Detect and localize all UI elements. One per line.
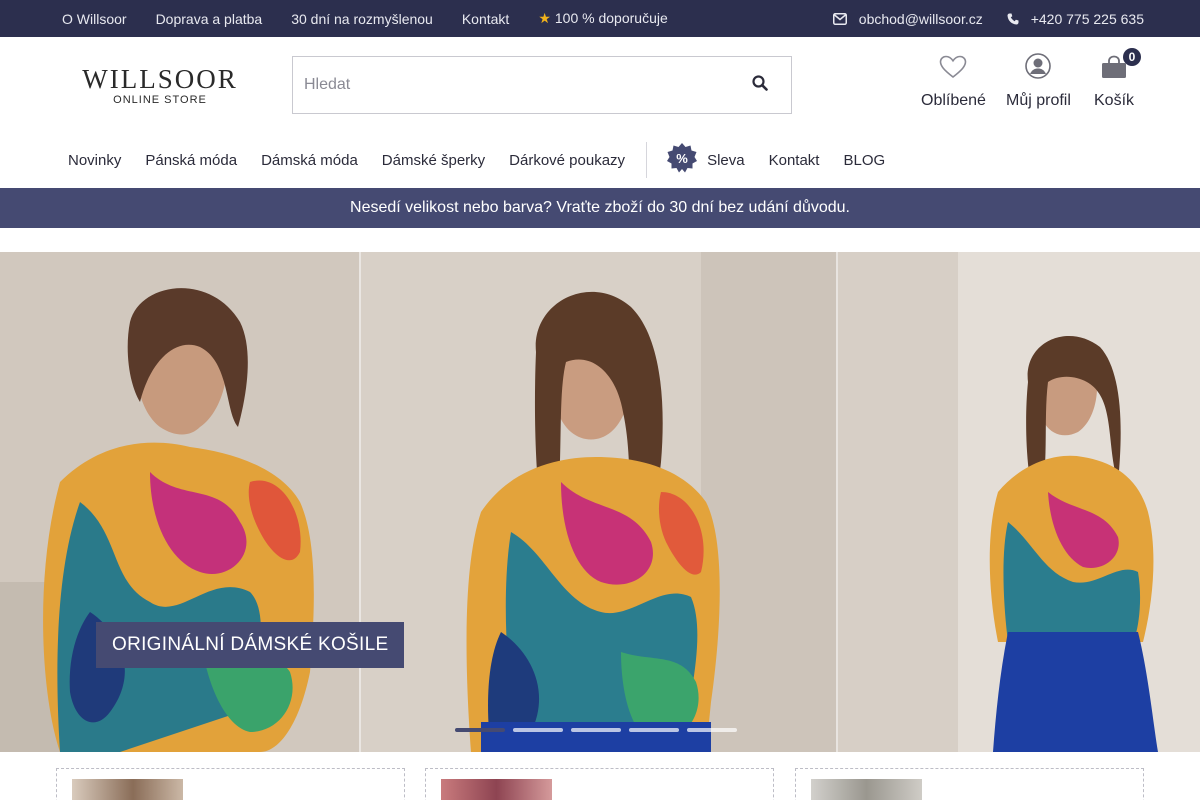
search-box bbox=[292, 56, 792, 114]
top-link-returns[interactable]: 30 dní na rozmyšlenou bbox=[291, 11, 433, 27]
profile-label: Můj profil bbox=[1006, 92, 1071, 109]
nav-item-mens[interactable]: Pánská móda bbox=[145, 152, 237, 169]
phone-link[interactable]: +420 775 225 635 bbox=[1007, 11, 1144, 27]
recommend-link[interactable]: ★ 100 % doporučuje bbox=[538, 10, 667, 27]
category-card-image bbox=[72, 779, 183, 800]
returns-banner: Nesedí velikost nebo barva? Vraťte zboží… bbox=[0, 188, 1200, 228]
search-input[interactable] bbox=[293, 57, 723, 113]
store-logo[interactable]: WILLSOOR ONLINE STORE bbox=[57, 64, 263, 107]
email-text: obchod@willsoor.cz bbox=[858, 10, 983, 27]
category-card-image bbox=[441, 779, 552, 800]
cart-count-badge: 0 bbox=[1123, 48, 1141, 66]
nav-item-jewelry[interactable]: Dámské šperky bbox=[382, 152, 485, 169]
hero-photo-left bbox=[0, 252, 361, 752]
heart-icon bbox=[939, 55, 967, 84]
top-link-shipping[interactable]: Doprava a platba bbox=[156, 11, 263, 27]
star-icon: ★ bbox=[538, 10, 551, 26]
slider-dot[interactable] bbox=[687, 728, 737, 732]
slider-dot[interactable] bbox=[629, 728, 679, 732]
category-card-image bbox=[811, 779, 922, 800]
category-card[interactable] bbox=[425, 768, 774, 800]
category-card[interactable] bbox=[795, 768, 1144, 800]
slider-dot[interactable] bbox=[513, 728, 563, 732]
top-link-contact[interactable]: Kontakt bbox=[462, 11, 509, 27]
logo-wordmark: WILLSOOR bbox=[82, 64, 238, 94]
svg-text:%: % bbox=[676, 151, 688, 166]
top-bar-links: O Willsoor Doprava a platba 30 dní na ro… bbox=[62, 0, 668, 37]
top-bar-contact: obchod@willsoor.cz +420 775 225 635 bbox=[832, 0, 1144, 37]
nav-item-gift-vouchers[interactable]: Dárkové poukazy bbox=[509, 152, 625, 169]
hero-caption-text: ORIGINÁLNÍ DÁMSKÉ KOŠILE bbox=[112, 634, 389, 655]
nav-item-novinky[interactable]: Novinky bbox=[68, 152, 121, 169]
main-nav: Novinky Pánská móda Dámská móda Dámské š… bbox=[68, 142, 909, 178]
cart-label: Košík bbox=[1094, 92, 1135, 109]
favorites-label: Oblíbené bbox=[921, 92, 986, 109]
slider-dot[interactable] bbox=[455, 728, 505, 732]
favorites-button[interactable]: Oblíbené bbox=[921, 55, 986, 110]
nav-item-sale[interactable]: % Sleva bbox=[667, 143, 745, 177]
hero-photo-right bbox=[838, 252, 1200, 752]
slider-dot[interactable] bbox=[571, 728, 621, 732]
search-button[interactable] bbox=[749, 74, 771, 96]
logo-subtitle: ONLINE STORE bbox=[113, 94, 207, 106]
phone-text: +420 775 225 635 bbox=[1030, 10, 1144, 27]
sale-label: Sleva bbox=[707, 151, 745, 169]
discount-badge-icon: % bbox=[667, 143, 698, 177]
cart-button[interactable]: 0 Košík bbox=[1094, 48, 1141, 110]
top-link-about[interactable]: O Willsoor bbox=[62, 11, 127, 27]
top-bar: O Willsoor Doprava a platba 30 dní na ro… bbox=[0, 0, 1200, 37]
search-icon bbox=[752, 74, 768, 96]
profile-button[interactable]: Můj profil bbox=[1006, 53, 1071, 110]
category-card[interactable] bbox=[56, 768, 405, 800]
envelope-icon bbox=[832, 12, 847, 25]
user-circle-icon bbox=[1025, 53, 1052, 84]
recommend-label: 100 % doporučuje bbox=[554, 10, 668, 26]
nav-item-contact[interactable]: Kontakt bbox=[769, 152, 820, 169]
returns-banner-text: Nesedí velikost nebo barva? Vraťte zboží… bbox=[350, 199, 850, 216]
hero-slider[interactable]: ORIGINÁLNÍ DÁMSKÉ KOŠILE bbox=[0, 252, 1200, 752]
hero-caption-button[interactable]: ORIGINÁLNÍ DÁMSKÉ KOŠILE bbox=[96, 622, 405, 668]
phone-icon bbox=[1007, 13, 1019, 25]
nav-item-womens[interactable]: Dámská móda bbox=[261, 152, 358, 169]
email-link[interactable]: obchod@willsoor.cz bbox=[832, 10, 983, 27]
hero-photo-center bbox=[361, 252, 838, 752]
slider-dots bbox=[455, 728, 737, 732]
nav-item-blog[interactable]: BLOG bbox=[843, 152, 885, 169]
nav-divider bbox=[646, 142, 648, 178]
